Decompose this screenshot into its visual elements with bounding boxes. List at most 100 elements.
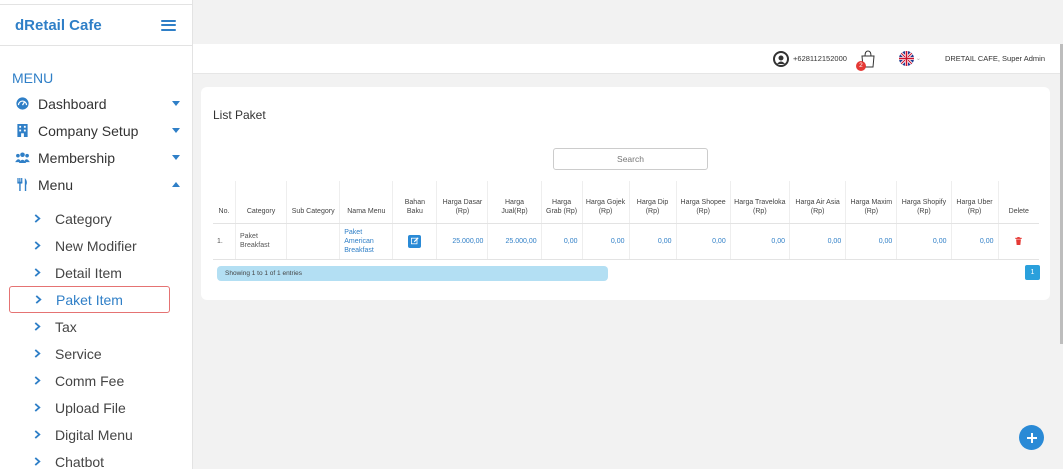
col-harga-uber[interactable]: Harga Uber (Rp)	[951, 181, 999, 224]
sidebar-subitem-label: Category	[55, 210, 112, 227]
col-harga-shopify[interactable]: Harga Shopify (Rp)	[896, 181, 952, 224]
user-menu[interactable]: DRETAIL CAFE, Super Admin	[945, 54, 1045, 63]
pagination-page-1[interactable]: 1	[1025, 265, 1040, 280]
sidebar-subitem-label: New Modifier	[55, 237, 137, 254]
col-delete[interactable]: Delete	[998, 181, 1039, 224]
sidebar-item-label: Dashboard	[38, 95, 107, 112]
sidebar-subitem-label: Tax	[55, 318, 77, 335]
col-category[interactable]: Category	[235, 181, 288, 224]
chevron-up-icon	[172, 182, 180, 187]
chevron-right-icon	[34, 214, 41, 223]
sidebar-subitem-label: Paket Item	[56, 291, 123, 308]
delete-button[interactable]	[1003, 237, 1035, 245]
sidebar-subitem-digital-menu[interactable]: Digital Menu	[4, 421, 192, 448]
cell-harga-traveloka: 0,00	[730, 223, 791, 260]
col-harga-traveloka[interactable]: Harga Traveloka (Rp)	[730, 181, 791, 224]
edit-bahan-baku-button[interactable]	[408, 234, 422, 248]
brand-row: dRetail Cafe	[0, 4, 192, 46]
sidebar-subitem-label: Upload File	[55, 399, 126, 416]
col-harga-air-asia[interactable]: Harga Air Asia (Rp)	[789, 181, 847, 224]
chevron-right-icon	[35, 295, 42, 304]
cell-harga-uber: 0,00	[951, 223, 999, 260]
sidebar-subitem-new-modifier[interactable]: New Modifier	[4, 232, 192, 259]
col-harga-shopee[interactable]: Harga Shopee (Rp)	[676, 181, 731, 224]
sidebar-item-menu[interactable]: Menu	[0, 171, 192, 198]
page-title: List Paket	[213, 108, 266, 122]
menu-sub-list: Category New Modifier Detail Item Paket …	[0, 205, 192, 469]
col-harga-grab[interactable]: Harga Grab (Rp)	[541, 181, 583, 224]
sidebar-subitem-paket-item[interactable]: Paket Item	[9, 286, 170, 313]
chevron-right-icon	[34, 430, 41, 439]
customer-service-icon	[773, 50, 790, 67]
cart-button[interactable]: 2	[855, 49, 877, 71]
col-harga-gojek[interactable]: Harga Gojek (Rp)	[582, 181, 630, 224]
sidebar-subitem-upload-file[interactable]: Upload File	[4, 394, 192, 421]
table-info: Showing 1 to 1 of 1 entries	[217, 266, 608, 281]
sidebar-subitem-label: Digital Menu	[55, 426, 133, 443]
chevron-right-icon	[34, 241, 41, 250]
cell-harga-dasar: 25.000,00	[436, 223, 489, 260]
phone-contact[interactable]: +628112152000	[773, 50, 847, 67]
col-harga-maxim[interactable]: Harga Maxim (Rp)	[845, 181, 898, 224]
col-no[interactable]: No.	[213, 181, 236, 224]
sidebar-subitem-detail-item[interactable]: Detail Item	[4, 259, 192, 286]
dashboard-icon	[14, 97, 30, 110]
sidebar-item-membership[interactable]: Membership	[0, 144, 192, 171]
hamburger-menu-icon[interactable]	[161, 19, 176, 31]
cell-sub-category	[286, 223, 341, 260]
cart-count-badge: 2	[855, 60, 866, 71]
chevron-right-icon	[34, 457, 41, 466]
chevron-down-icon	[172, 128, 180, 133]
table-header-row: No. Category Sub Category Nama Menu Baha…	[213, 181, 1039, 224]
sidebar-subitem-label: Chatbot	[55, 453, 105, 469]
edit-icon	[410, 237, 419, 245]
plus-icon	[1026, 432, 1037, 443]
chevron-right-icon	[34, 349, 41, 358]
sidebar-subitem-service[interactable]: Service	[4, 340, 192, 367]
sidebar-subitem-label: Service	[55, 345, 102, 362]
cell-nama-menu-link[interactable]: Paket American Breakfast	[339, 223, 394, 260]
col-harga-jual[interactable]: Harga Jual(Rp)	[487, 181, 542, 224]
trash-icon	[1015, 237, 1022, 245]
sidebar-subitem-label: Comm Fee	[55, 372, 125, 389]
col-harga-dip[interactable]: Harga Dip (Rp)	[629, 181, 677, 224]
sidebar-subitem-category[interactable]: Category	[4, 205, 192, 232]
table-row: 1. Paket Breakfast Paket American Breakf…	[213, 223, 1039, 260]
chevron-right-icon	[34, 403, 41, 412]
user-name: DRETAIL CAFE, Super Admin	[944, 54, 1045, 63]
cell-harga-shopify: 0,00	[896, 223, 952, 260]
cell-harga-jual: 25.000,00	[487, 223, 542, 260]
sidebar-item-label: Company Setup	[38, 122, 139, 139]
sidebar-item-label: Menu	[38, 176, 74, 193]
search-input[interactable]	[553, 148, 708, 170]
col-bahan-baku[interactable]: Bahan Baku	[392, 181, 438, 224]
list-paket-card: List Paket No. Category Sub Category Nam…	[201, 87, 1050, 300]
sidebar-item-dashboard[interactable]: Dashboard	[0, 90, 192, 117]
sidebar-item-company-setup[interactable]: Company Setup	[0, 117, 192, 144]
add-button[interactable]	[1019, 425, 1044, 450]
sidebar-subitem-comm-fee[interactable]: Comm Fee	[4, 367, 192, 394]
col-nama-menu[interactable]: Nama Menu	[339, 181, 394, 224]
menu-title: MENU	[12, 70, 54, 86]
paket-table: No. Category Sub Category Nama Menu Baha…	[213, 181, 1039, 260]
col-sub-category[interactable]: Sub Category	[286, 181, 341, 224]
chevron-down-icon: ⌄	[915, 56, 921, 62]
sidebar-item-label: Membership	[38, 149, 116, 166]
brand-title[interactable]: dRetail Cafe	[15, 17, 102, 34]
cutlery-icon	[14, 178, 30, 191]
language-selector[interactable]: ⌄	[887, 51, 921, 66]
cell-harga-gojek: 0,00	[582, 223, 630, 260]
chevron-right-icon	[34, 268, 41, 277]
cell-harga-air-asia: 0,00	[789, 223, 847, 260]
chevron-down-icon	[172, 155, 180, 160]
col-harga-dasar[interactable]: Harga Dasar (Rp)	[436, 181, 489, 224]
chevron-right-icon	[34, 376, 41, 385]
cell-category: Paket Breakfast	[235, 223, 288, 260]
chevron-right-icon	[34, 322, 41, 331]
sidebar-subitem-label: Detail Item	[55, 264, 122, 281]
cell-harga-shopee: 0,00	[676, 223, 731, 260]
sidebar-subitem-tax[interactable]: Tax	[4, 313, 192, 340]
sidebar-subitem-chatbot[interactable]: Chatbot	[4, 448, 192, 469]
sidebar: dRetail Cafe MENU Dashboard Company Setu…	[0, 0, 193, 469]
cell-bahan-baku	[392, 223, 438, 260]
